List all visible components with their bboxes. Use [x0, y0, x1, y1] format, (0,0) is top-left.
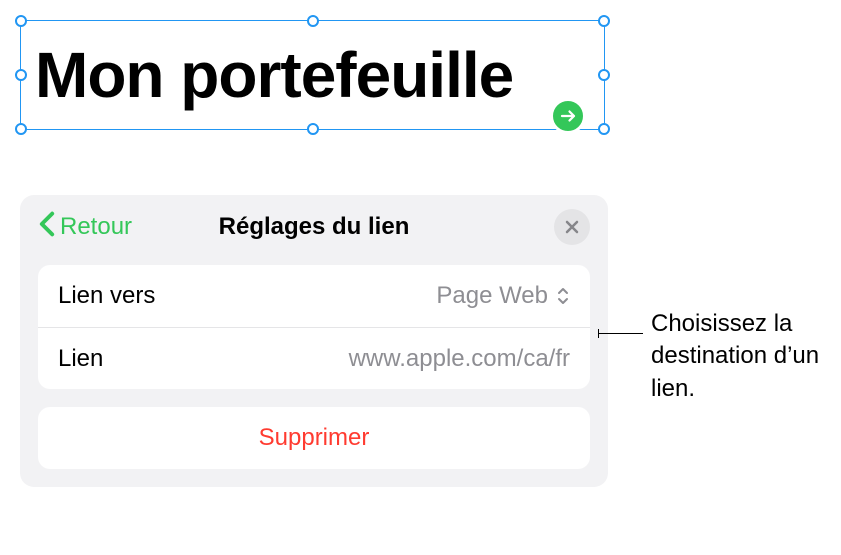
resize-handle-middle-left[interactable]	[15, 69, 27, 81]
link-url-row[interactable]: Lien	[38, 327, 590, 389]
chevron-up-down-icon	[556, 286, 570, 306]
back-button[interactable]: Retour	[38, 211, 132, 244]
link-to-value-wrap[interactable]: Page Web	[436, 282, 570, 310]
back-label: Retour	[60, 213, 132, 241]
selected-text-box[interactable]: Mon portefeuille	[20, 20, 605, 130]
resize-handle-bottom-middle[interactable]	[307, 123, 319, 135]
resize-handle-bottom-right[interactable]	[598, 123, 610, 135]
delete-button[interactable]: Supprimer	[38, 407, 590, 469]
link-settings-popover: Retour Réglages du lien Lien vers Page W…	[20, 195, 608, 487]
link-to-label: Lien vers	[58, 282, 155, 310]
delete-label: Supprimer	[259, 424, 370, 452]
canvas-area: Mon portefeuille	[20, 20, 608, 130]
resize-handle-bottom-left[interactable]	[15, 123, 27, 135]
chevron-left-icon	[38, 211, 56, 244]
title-text[interactable]: Mon portefeuille	[35, 38, 513, 112]
link-to-row[interactable]: Lien vers Page Web	[38, 265, 590, 327]
close-button[interactable]	[554, 209, 590, 245]
link-url-input[interactable]	[230, 345, 570, 373]
delete-group: Supprimer	[38, 407, 590, 469]
link-to-value: Page Web	[436, 282, 548, 310]
link-indicator-icon[interactable]	[550, 98, 586, 134]
resize-handle-top-left[interactable]	[15, 15, 27, 27]
popover-header: Retour Réglages du lien	[20, 195, 608, 259]
resize-handle-top-right[interactable]	[598, 15, 610, 27]
resize-handle-middle-right[interactable]	[598, 69, 610, 81]
callout-leader-line	[599, 333, 643, 334]
callout-text: Choisissez la destination d’un lien.	[651, 308, 831, 405]
resize-handle-top-middle[interactable]	[307, 15, 319, 27]
close-icon	[565, 220, 579, 234]
link-url-label: Lien	[58, 345, 103, 373]
link-settings-group: Lien vers Page Web Lien	[38, 265, 590, 389]
